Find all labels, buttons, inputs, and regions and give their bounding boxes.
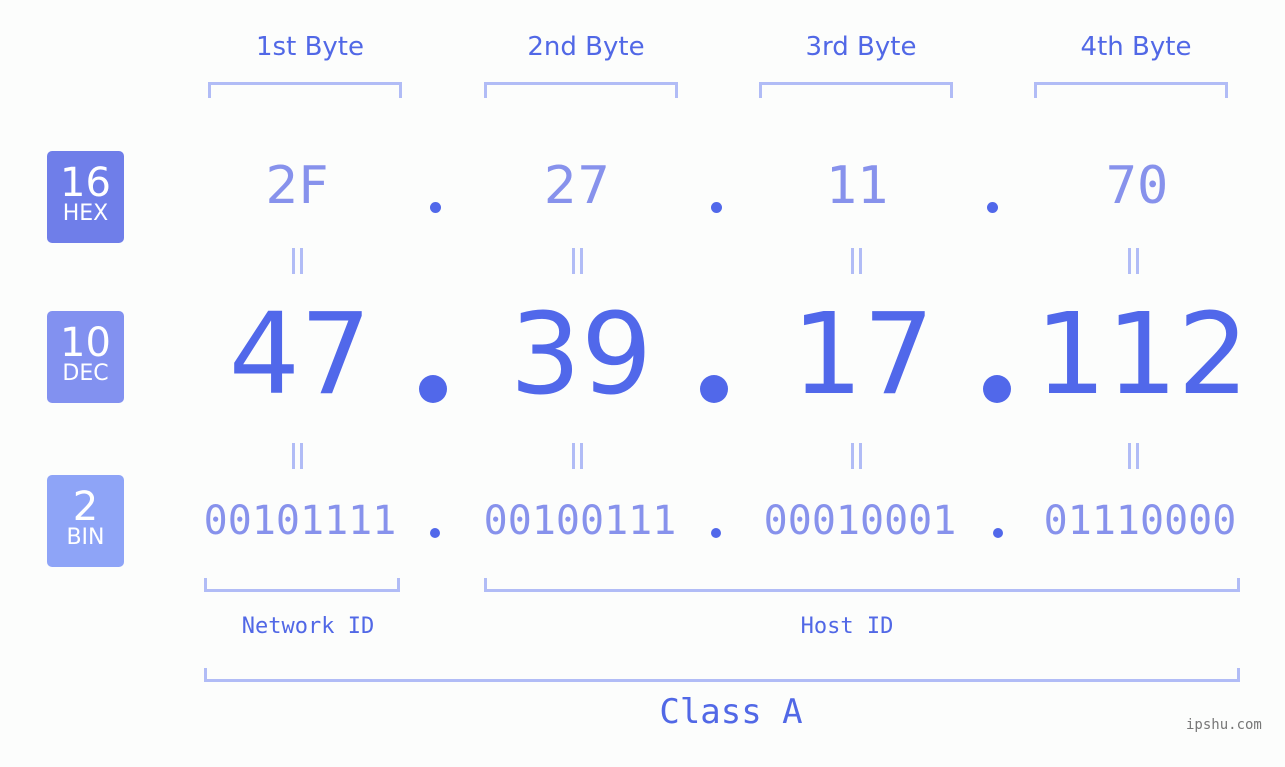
byte-header-4: 4th Byte [1080, 32, 1192, 62]
hex-value-2: 27 [543, 156, 611, 216]
host-id-bracket [484, 578, 1240, 592]
bin-separator-dot [711, 528, 721, 538]
dec-badge: 10 DEC [47, 311, 124, 403]
hex-base-number: 16 [60, 160, 111, 206]
bin-base-number: 2 [72, 484, 99, 530]
equals-icon [572, 248, 583, 274]
equals-icon [292, 443, 303, 469]
bin-separator-dot [993, 528, 1003, 538]
hex-separator-dot [987, 202, 998, 213]
byte-bracket-4 [1034, 82, 1228, 98]
hex-base-label: HEX [62, 201, 109, 226]
equals-icon [1128, 248, 1139, 274]
network-id-bracket [204, 578, 400, 592]
class-bracket [204, 668, 1240, 682]
dec-separator-dot [419, 375, 447, 403]
bin-value-4: 01110000 [1043, 498, 1237, 544]
dec-separator-dot [983, 375, 1011, 403]
host-id-label: Host ID [800, 614, 894, 639]
byte-header-3: 3rd Byte [805, 32, 917, 62]
equals-icon [851, 443, 862, 469]
bin-value-3: 00010001 [763, 498, 957, 544]
dec-base-label: DEC [62, 361, 109, 386]
byte-bracket-1 [208, 82, 402, 98]
bin-value-2: 00100111 [483, 498, 677, 544]
watermark: ipshu.com [1186, 717, 1262, 733]
byte-header-1: 1st Byte [256, 32, 364, 62]
equals-icon [1128, 443, 1139, 469]
dec-value-3: 17 [791, 290, 935, 420]
hex-separator-dot [711, 202, 722, 213]
byte-bracket-3 [759, 82, 953, 98]
bin-badge: 2 BIN [47, 475, 124, 567]
dec-value-1: 47 [228, 290, 372, 420]
hex-value-1: 2F [265, 156, 329, 216]
hex-value-3: 11 [825, 156, 889, 216]
dec-base-number: 10 [60, 320, 111, 366]
network-id-label: Network ID [241, 614, 375, 639]
class-label: Class A [659, 692, 803, 732]
byte-bracket-2 [484, 82, 678, 98]
hex-separator-dot [430, 202, 441, 213]
dec-value-2: 39 [509, 290, 653, 420]
dec-separator-dot [700, 375, 728, 403]
hex-value-4: 70 [1105, 156, 1169, 216]
dec-value-4: 112 [1035, 290, 1249, 420]
equals-icon [292, 248, 303, 274]
hex-badge: 16 HEX [47, 151, 124, 243]
equals-icon [851, 248, 862, 274]
bin-separator-dot [430, 528, 440, 538]
bin-value-1: 00101111 [203, 498, 397, 544]
byte-header-2: 2nd Byte [527, 32, 645, 62]
bin-base-label: BIN [66, 525, 105, 550]
equals-icon [572, 443, 583, 469]
